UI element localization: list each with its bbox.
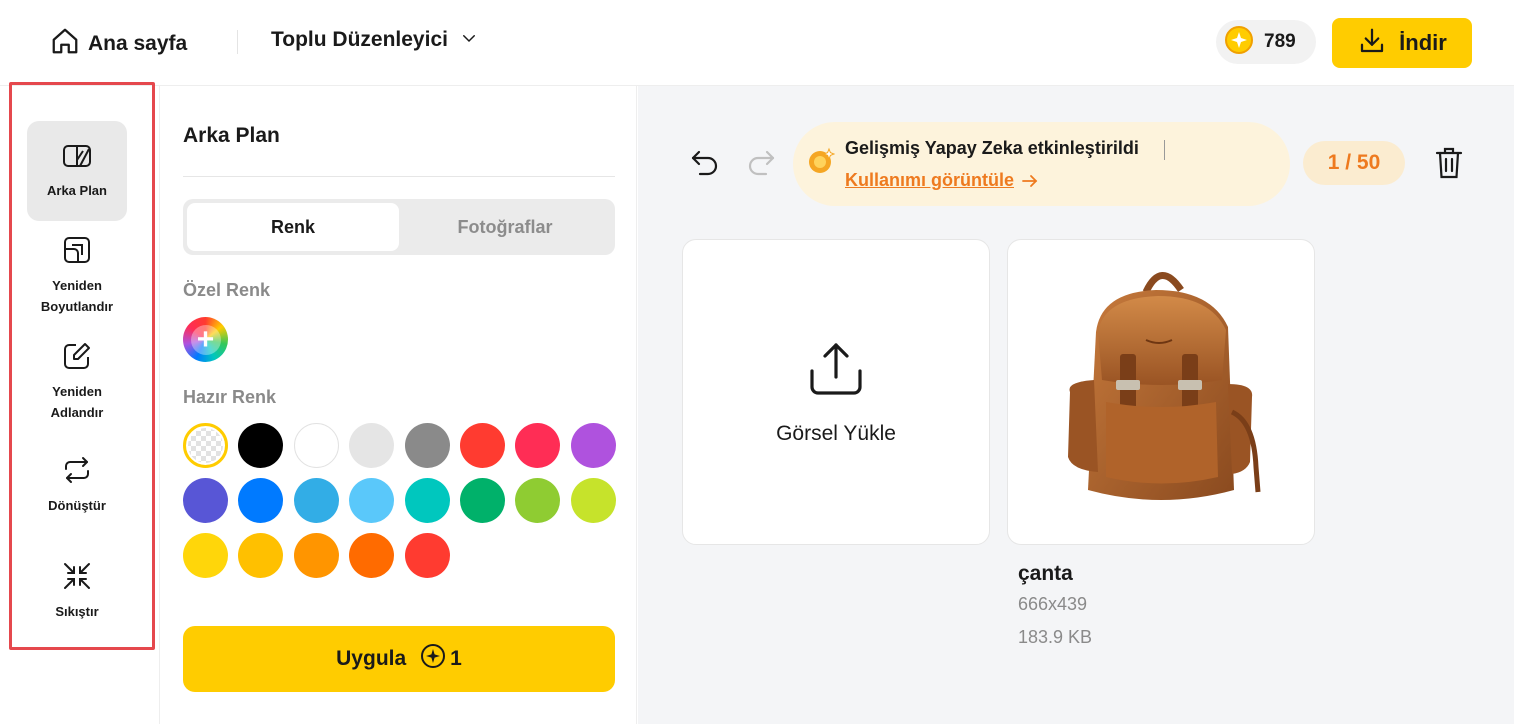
panel-title: Arka Plan	[183, 124, 280, 147]
home-link[interactable]: Ana sayfa	[50, 26, 187, 61]
color-swatch[interactable]	[404, 423, 450, 468]
settings-panel: Arka Plan Renk Fotoğraflar Özel Renk + H…	[161, 86, 637, 724]
trash-icon	[1434, 147, 1464, 184]
color-swatch[interactable]	[293, 423, 339, 468]
arrow-right-icon	[1022, 174, 1038, 187]
resize-icon	[61, 234, 93, 271]
undo-icon	[688, 150, 722, 184]
color-swatch[interactable]	[238, 533, 284, 578]
chevron-down-icon	[460, 29, 478, 52]
redo-icon	[744, 150, 778, 184]
top-bar: Ana sayfa Toplu Düzenleyici 789 İndir	[0, 0, 1514, 86]
divider	[183, 176, 615, 177]
ai-status-text: Gelişmiş Yapay Zeka etkinleştirildi	[845, 138, 1139, 158]
compress-icon	[61, 560, 93, 597]
usage-link-label: Kullanımı görüntüle	[845, 170, 1014, 190]
editor-dropdown[interactable]: Toplu Düzenleyici	[271, 28, 478, 52]
color-swatch[interactable]	[183, 533, 228, 578]
convert-icon	[61, 454, 93, 491]
apply-cost: 1	[420, 643, 462, 675]
delete-button[interactable]	[1434, 146, 1464, 185]
download-button[interactable]: İndir	[1332, 18, 1472, 68]
upload-label: Görsel Yükle	[776, 421, 896, 445]
rail-item-label: Dönüştür	[48, 498, 106, 513]
color-swatch[interactable]	[238, 423, 284, 468]
credit-coin-icon	[1224, 25, 1254, 60]
rail-item-compress[interactable]: Sıkıştır	[27, 560, 127, 624]
color-swatch[interactable]	[515, 478, 561, 523]
rail-item-background[interactable]: Arka Plan	[27, 121, 127, 221]
color-swatch[interactable]	[404, 478, 450, 523]
plus-icon: +	[190, 324, 221, 355]
backpack-image	[1068, 272, 1261, 500]
rail-item-label: Sıkıştır	[55, 604, 99, 619]
rail-item-resize[interactable]: Yeniden Boyutlandır	[27, 234, 127, 318]
text-caret	[1164, 140, 1165, 160]
custom-color-label: Özel Renk	[183, 280, 271, 300]
usage-link[interactable]: Kullanımı görüntüle	[845, 170, 1040, 191]
apply-cost-value: 1	[450, 647, 462, 670]
tool-rail: Arka Plan Yeniden Boyutlandır Yeniden Ad…	[0, 86, 160, 724]
tab-color[interactable]: Renk	[187, 203, 399, 251]
apply-label: Uygula	[336, 647, 407, 670]
color-swatch[interactable]	[349, 478, 395, 523]
custom-color-picker[interactable]: +	[183, 317, 228, 362]
download-label: İndir	[1399, 30, 1447, 55]
download-icon	[1357, 26, 1387, 61]
rail-item-rename[interactable]: Yeniden Adlandır	[27, 340, 127, 424]
rail-item-convert[interactable]: Dönüştür	[27, 454, 127, 518]
image-thumbnail[interactable]	[1007, 239, 1315, 545]
upload-card[interactable]: Görsel Yükle	[682, 239, 990, 545]
color-swatch[interactable]	[293, 533, 339, 578]
rename-icon	[61, 340, 93, 377]
color-swatch[interactable]	[293, 478, 339, 523]
credits-badge[interactable]: 789	[1216, 20, 1316, 64]
file-name: çanta	[1018, 562, 1073, 585]
color-swatch-transparent[interactable]	[183, 423, 228, 468]
background-icon	[61, 141, 93, 176]
canvas-area: Gelişmiş Yapay Zeka etkinleştirildi Kull…	[638, 86, 1514, 724]
apply-button[interactable]: Uygula 1	[183, 626, 615, 692]
undo-button[interactable]	[688, 146, 722, 185]
color-swatch[interactable]	[570, 478, 616, 523]
credit-icon	[420, 643, 446, 675]
editor-label: Toplu Düzenleyici	[271, 28, 448, 51]
color-swatch[interactable]	[570, 423, 616, 468]
home-icon	[50, 26, 80, 61]
redo-button[interactable]	[744, 146, 778, 185]
color-swatch[interactable]	[460, 478, 505, 523]
color-swatch[interactable]	[238, 478, 284, 523]
tab-switch: Renk Fotoğraflar	[183, 199, 615, 255]
rail-item-label: Yeniden Boyutlandır	[40, 278, 114, 314]
preset-color-label: Hazır Renk	[183, 387, 277, 407]
rail-item-label: Yeniden Adlandır	[50, 384, 104, 420]
color-swatch[interactable]	[460, 423, 505, 468]
image-counter: 1 / 50	[1303, 141, 1405, 185]
file-size: 183.9 KB	[1018, 627, 1093, 647]
ai-magic-icon	[807, 147, 836, 180]
divider	[237, 30, 238, 54]
file-dimensions: 666x439	[1018, 594, 1088, 614]
color-swatch[interactable]	[515, 423, 561, 468]
home-label: Ana sayfa	[88, 31, 188, 55]
ai-status-banner: Gelişmiş Yapay Zeka etkinleştirildi Kull…	[793, 122, 1290, 206]
color-swatch[interactable]	[183, 478, 228, 523]
rail-item-label: Arka Plan	[47, 183, 107, 198]
tab-photos[interactable]: Fotoğraflar	[399, 203, 611, 251]
color-swatch[interactable]	[349, 533, 395, 578]
color-swatch[interactable]	[349, 423, 395, 468]
color-swatch[interactable]	[404, 533, 450, 578]
upload-icon	[806, 339, 866, 404]
credits-count: 789	[1264, 31, 1296, 52]
